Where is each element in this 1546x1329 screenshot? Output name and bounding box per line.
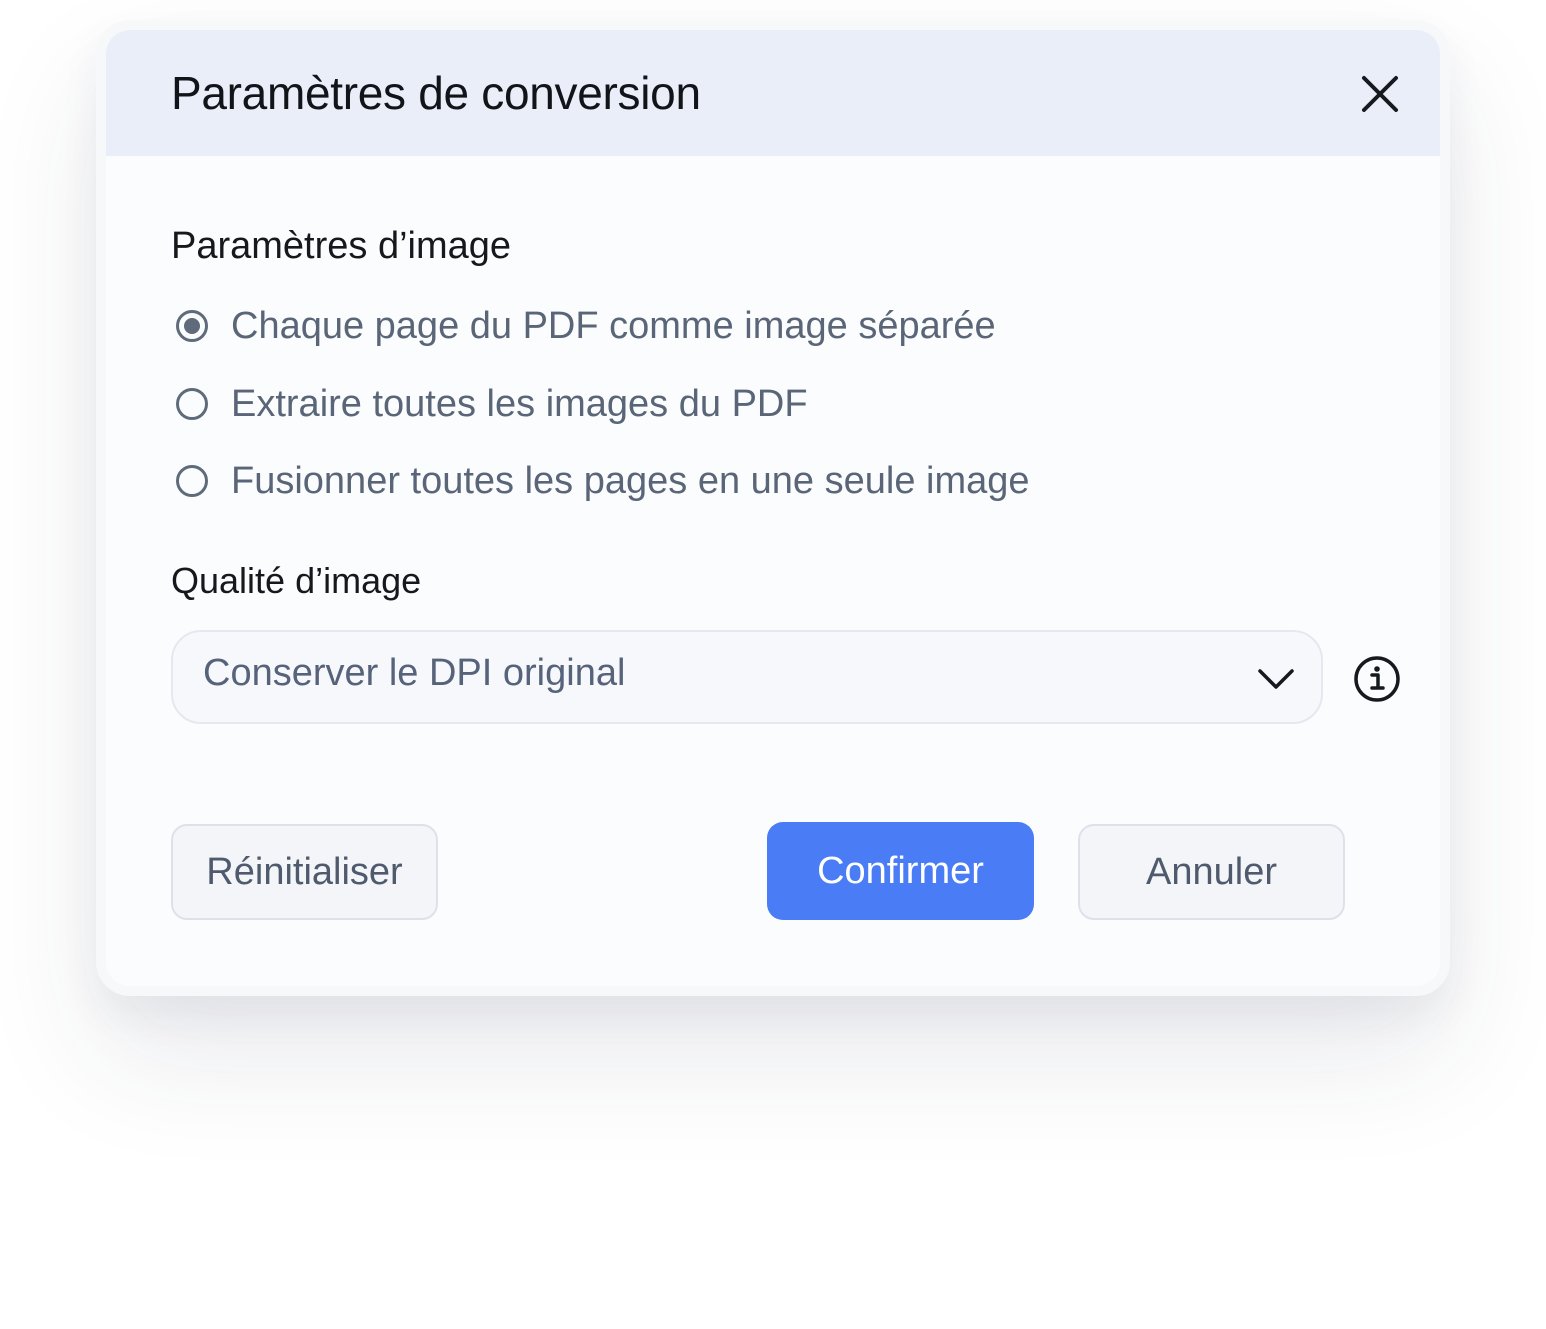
reset-button[interactable]: Réinitialiser [171,824,438,920]
radio-dot [184,318,200,334]
confirm-button[interactable]: Confirmer [767,822,1034,920]
dialog-header: Paramètres de conversion [106,30,1440,156]
cancel-button[interactable]: Annuler [1078,824,1345,920]
image-settings-heading: Paramètres d’image [171,225,512,267]
radio-selected-icon [176,310,208,342]
chevron-down-icon [1258,669,1294,689]
radio-option-separate-pages[interactable]: Chaque page du PDF comme image séparée [176,301,996,351]
info-button[interactable] [1352,654,1402,704]
dialog-title: Paramètres de conversion [171,67,701,119]
close-button[interactable] [1354,68,1406,120]
radio-label: Extraire toutes les images du PDF [231,382,808,425]
radio-label: Fusionner toutes les pages en une seule … [231,459,1030,502]
close-icon [1362,76,1398,112]
radio-label: Chaque page du PDF comme image séparée [231,304,996,347]
conversion-settings-dialog: Paramètres de conversion Paramètres d’im… [96,20,1450,996]
radio-unselected-icon [176,465,208,497]
radio-option-merge-pages[interactable]: Fusionner toutes les pages en une seule … [176,456,1030,506]
info-icon [1354,656,1400,702]
radio-option-extract-images[interactable]: Extraire toutes les images du PDF [176,379,808,429]
image-quality-select[interactable]: Conserver le DPI original [171,630,1323,724]
select-value: Conserver le DPI original [203,652,626,694]
radio-unselected-icon [176,388,208,420]
image-quality-heading: Qualité d’image [171,560,422,601]
